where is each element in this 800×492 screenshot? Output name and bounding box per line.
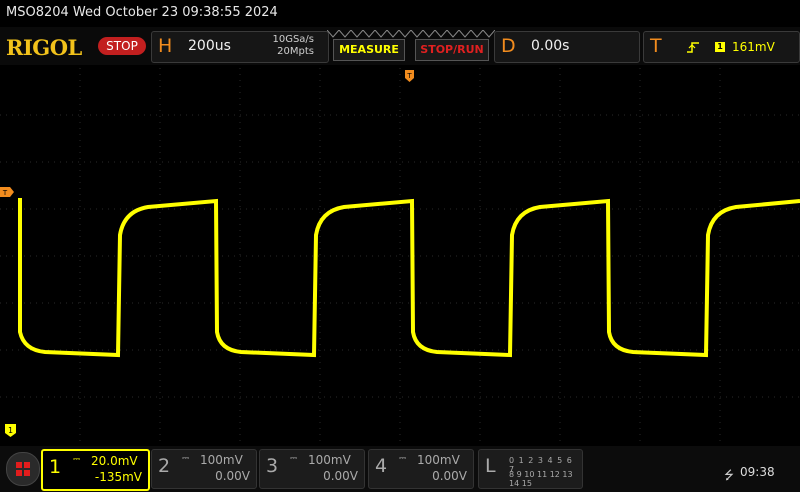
trigger-position-marker[interactable]: T (405, 70, 414, 82)
channel-offset: 0.00V (215, 469, 250, 483)
rising-edge-icon (687, 42, 699, 53)
channel-scale: 100mV (417, 453, 460, 467)
dc-coupling-icon: ⎓ (290, 454, 298, 464)
channel-number: 1 (49, 456, 62, 478)
trigger-level-label: T (2, 189, 8, 197)
dc-coupling-icon: ⎓ (73, 455, 81, 465)
trigger-position-label: T (406, 72, 412, 80)
clock: 09:38 (740, 465, 775, 479)
measure-button[interactable]: MEASURE (333, 39, 405, 61)
channel-2-panel[interactable]: 2 ⎓ 100mV 0.00V (151, 449, 257, 489)
sample-rate: 10GSa/s (272, 34, 314, 45)
title-bar: MSO8204 Wed October 23 09:38:55 2024 (0, 0, 800, 26)
rigol-logo: RIGOL (6, 35, 82, 60)
logic-channels-row-2: 8 9 10 11 12 13 14 15 (509, 470, 573, 488)
delay-value: 0.00s (531, 38, 570, 54)
dc-coupling-icon: ⎓ (182, 454, 190, 464)
timebase-value: 200us (188, 38, 231, 54)
memory-depth: 20Mpts (277, 46, 314, 57)
channel-offset: 0.00V (432, 469, 467, 483)
bottom-bar: 1 ⎓ 20.0mV -135mV 2 ⎓ 100mV 0.00V 3 ⎓ 10… (0, 446, 800, 492)
channel-number: 2 (158, 455, 171, 477)
channel-offset: 0.00V (323, 469, 358, 483)
trigger-source-badge: 1 (715, 42, 725, 52)
delay-panel[interactable]: D 0.00s (494, 31, 640, 63)
run-state-button[interactable]: STOP (98, 37, 146, 55)
channel-offset: -135mV (94, 470, 142, 484)
stop-run-button[interactable]: STOP/RUN (415, 39, 489, 61)
delay-letter: D (501, 35, 516, 57)
trigger-level-marker[interactable]: T (0, 187, 14, 197)
trigger-letter: T (650, 35, 662, 57)
dc-coupling-icon: ⎓ (399, 454, 407, 464)
top-toolbar: RIGOL STOP H 200us 10GSa/s 20Mpts MEASUR… (0, 27, 800, 65)
ch1-offset-marker[interactable]: 1 (5, 424, 16, 437)
usb-icon: ⭍ (724, 468, 734, 482)
horizontal-letter: H (158, 35, 173, 57)
logic-analyzer-panel[interactable]: L 0 1 2 3 4 5 6 7 8 9 10 11 12 13 14 15 (478, 449, 583, 489)
channel-number: 3 (266, 455, 279, 477)
channel-scale: 20.0mV (91, 454, 138, 468)
ch1-offset-label: 1 (8, 426, 13, 435)
zigzag-decoration (327, 30, 495, 38)
trigger-level: 161mV (732, 40, 775, 54)
channel-3-panel[interactable]: 3 ⎓ 100mV 0.00V (259, 449, 365, 489)
channel-scale: 100mV (308, 453, 351, 467)
main-menu-button[interactable] (6, 452, 40, 486)
instrument-title: MSO8204 Wed October 23 09:38:55 2024 (6, 5, 278, 20)
channel-number: 4 (375, 455, 388, 477)
horizontal-panel[interactable]: H 200us 10GSa/s 20Mpts (151, 31, 329, 63)
trigger-panel[interactable]: T 1 161mV (643, 31, 800, 63)
channel-1-panel[interactable]: 1 ⎓ 20.0mV -135mV (41, 449, 150, 491)
channel-scale: 100mV (200, 453, 243, 467)
channel-4-panel[interactable]: 4 ⎓ 100mV 0.00V (368, 449, 474, 489)
waveform-display[interactable] (0, 68, 800, 444)
logic-label: L (485, 455, 496, 477)
